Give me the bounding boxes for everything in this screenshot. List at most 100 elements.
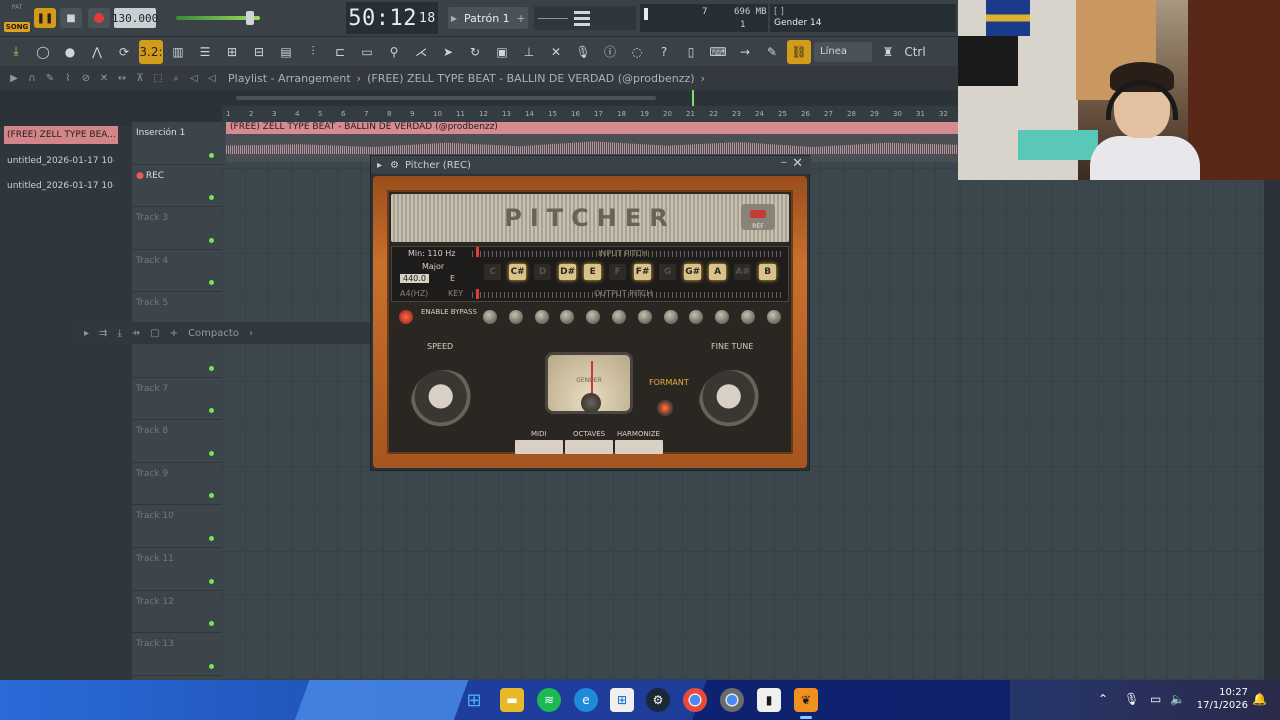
plugin-title-bar[interactable]: ▸ ⚙ Pitcher (REC) <box>371 156 811 174</box>
help-icon[interactable]: ? <box>652 40 676 64</box>
track-enable-led[interactable] <box>209 152 214 158</box>
track-enable-led[interactable] <box>209 280 214 286</box>
note-button[interactable]: D# <box>559 264 577 280</box>
song-position-display[interactable]: 50:12 18 <box>346 2 438 34</box>
picker-item[interactable]: (FREE) ZELL TYPE BEA... <box>4 126 118 144</box>
note-button[interactable]: F# <box>634 264 652 280</box>
note-knob[interactable] <box>715 310 730 324</box>
note-knob[interactable] <box>586 310 601 324</box>
microphone-icon[interactable]: 🎙 <box>571 40 595 64</box>
chrome-icon[interactable] <box>683 688 707 712</box>
track-header[interactable]: ● REC <box>132 165 222 208</box>
close-icon[interactable]: ✕ <box>792 156 803 171</box>
tree-icon[interactable]: ⊏ <box>328 40 352 64</box>
note-knob[interactable] <box>508 310 523 324</box>
brush-icon[interactable]: ⌇ <box>60 73 76 84</box>
circle-icon[interactable]: ◯ <box>31 40 55 64</box>
gender-knob[interactable] <box>581 393 601 413</box>
scrollbar-thumb[interactable] <box>236 96 656 100</box>
gear-icon[interactable]: ⚙ <box>390 160 399 171</box>
track-header[interactable]: Track 3 <box>132 207 222 250</box>
spotify-icon[interactable]: ≋ <box>537 688 561 712</box>
grid-list-icon[interactable]: ☰ <box>193 40 217 64</box>
arrow-icon[interactable]: ◁ <box>204 73 220 84</box>
formant-toggle[interactable] <box>657 400 673 416</box>
track-enable-led[interactable] <box>209 535 214 541</box>
fine-tune-knob[interactable] <box>699 370 765 436</box>
track-header[interactable]: Track 10 <box>132 505 222 548</box>
bars-icon[interactable]: ▥ <box>166 40 190 64</box>
chevron-right-icon[interactable]: › <box>249 328 253 339</box>
track-enable-led[interactable] <box>209 663 214 669</box>
keyboard-icon[interactable]: ⌨ <box>706 40 730 64</box>
gender-meter[interactable]: GENDER <box>545 352 633 414</box>
slip-icon[interactable]: ↔ <box>114 73 130 84</box>
mute-icon[interactable]: ✕ <box>96 73 112 84</box>
pat-song-toggle[interactable]: PAT SONG <box>4 4 30 32</box>
forward-icon[interactable]: → <box>733 40 757 64</box>
volume-icon[interactable]: 🔈 <box>1170 692 1185 706</box>
steam-icon[interactable]: ⚙ <box>646 688 670 712</box>
metronome-icon[interactable]: ⋀ <box>85 40 109 64</box>
tempo-display[interactable]: 130.000 <box>112 8 158 28</box>
sliders-icon[interactable]: ⫶ <box>301 40 325 64</box>
download-icon[interactable]: ⤓ <box>4 40 28 64</box>
note-button[interactable]: A# <box>734 264 752 280</box>
document-icon[interactable]: ▭ <box>355 40 379 64</box>
pencil-icon[interactable]: ✎ <box>42 73 58 84</box>
octaves-button[interactable] <box>565 440 613 454</box>
ctrl-label[interactable]: Ctrl <box>903 40 927 64</box>
magnet-icon[interactable]: ∩ <box>24 73 40 84</box>
plus-icon[interactable]: + <box>170 328 178 339</box>
a4-value[interactable]: 440.0 <box>400 274 429 283</box>
track-header[interactable]: Track 7 <box>132 378 222 421</box>
master-volume-slider[interactable] <box>176 11 260 25</box>
track-header[interactable]: Track 13 <box>132 633 222 676</box>
track-enable-led[interactable] <box>209 493 214 499</box>
note-knob[interactable] <box>663 310 678 324</box>
refresh-icon[interactable]: ↻ <box>463 40 487 64</box>
picker-item[interactable]: untitled_2026-01-17 10-... <box>4 152 114 170</box>
network-icon[interactable]: ▭ <box>1150 692 1161 706</box>
delete-icon[interactable]: ⊘ <box>78 73 94 84</box>
edge-icon[interactable]: e <box>574 688 598 712</box>
ref-button[interactable]: REF <box>741 204 775 230</box>
select-icon[interactable]: ⬚ <box>150 73 166 84</box>
min-frequency[interactable]: Min: 110 Hz <box>408 249 455 258</box>
bypass-toggle[interactable] <box>399 310 413 324</box>
note-button[interactable]: C# <box>509 264 527 280</box>
track-enable-led[interactable] <box>209 195 214 201</box>
midi-button[interactable] <box>515 440 563 454</box>
add-pattern-button[interactable]: + <box>514 12 528 25</box>
note-knob[interactable] <box>560 310 575 324</box>
track-enable-led[interactable] <box>209 408 214 414</box>
arrangement-grid-right[interactable] <box>960 180 1280 680</box>
tuning-fork-icon[interactable]: ⋌ <box>409 40 433 64</box>
note-button[interactable]: C <box>484 264 502 280</box>
track-enable-led[interactable] <box>209 237 214 243</box>
note-button[interactable]: G <box>659 264 677 280</box>
app-icon[interactable]: ▮ <box>757 688 781 712</box>
window-icon[interactable]: ▢ <box>150 328 159 339</box>
note-button[interactable]: A <box>709 264 727 280</box>
zoom-icon[interactable]: ⌕ <box>168 73 184 84</box>
triangle-right-icon[interactable]: ▸ <box>84 328 89 339</box>
track-enable-led[interactable] <box>209 578 214 584</box>
note-knob[interactable] <box>483 310 497 324</box>
track-header[interactable]: Track 4 <box>132 250 222 293</box>
loop-icon[interactable]: ⟳ <box>112 40 136 64</box>
file-explorer-icon[interactable]: ▬ <box>500 688 524 712</box>
download-icon[interactable]: ⤓ <box>117 328 121 339</box>
snap-preview[interactable] <box>534 6 636 30</box>
track-enable-led[interactable] <box>209 621 214 627</box>
pause-button[interactable]: ❚❚ <box>34 8 56 28</box>
dark-circle-icon[interactable]: ● <box>58 40 82 64</box>
windows-start-icon[interactable]: ⊞ <box>462 688 486 712</box>
track-enable-led[interactable] <box>209 450 214 456</box>
window-icon[interactable]: ▯ <box>679 40 703 64</box>
track-header[interactable]: Inserción 1 <box>132 122 222 165</box>
fl-studio-icon[interactable]: ❦ <box>794 688 818 712</box>
key-select[interactable]: E <box>450 274 455 283</box>
timeline-ruler[interactable]: 1 2 3 4 5 6 7 8 9 10 11 12 13 14 15 16 17 18 19 20 21 22 23 24 2… <box>222 106 960 122</box>
harmonize-button[interactable] <box>615 440 663 454</box>
